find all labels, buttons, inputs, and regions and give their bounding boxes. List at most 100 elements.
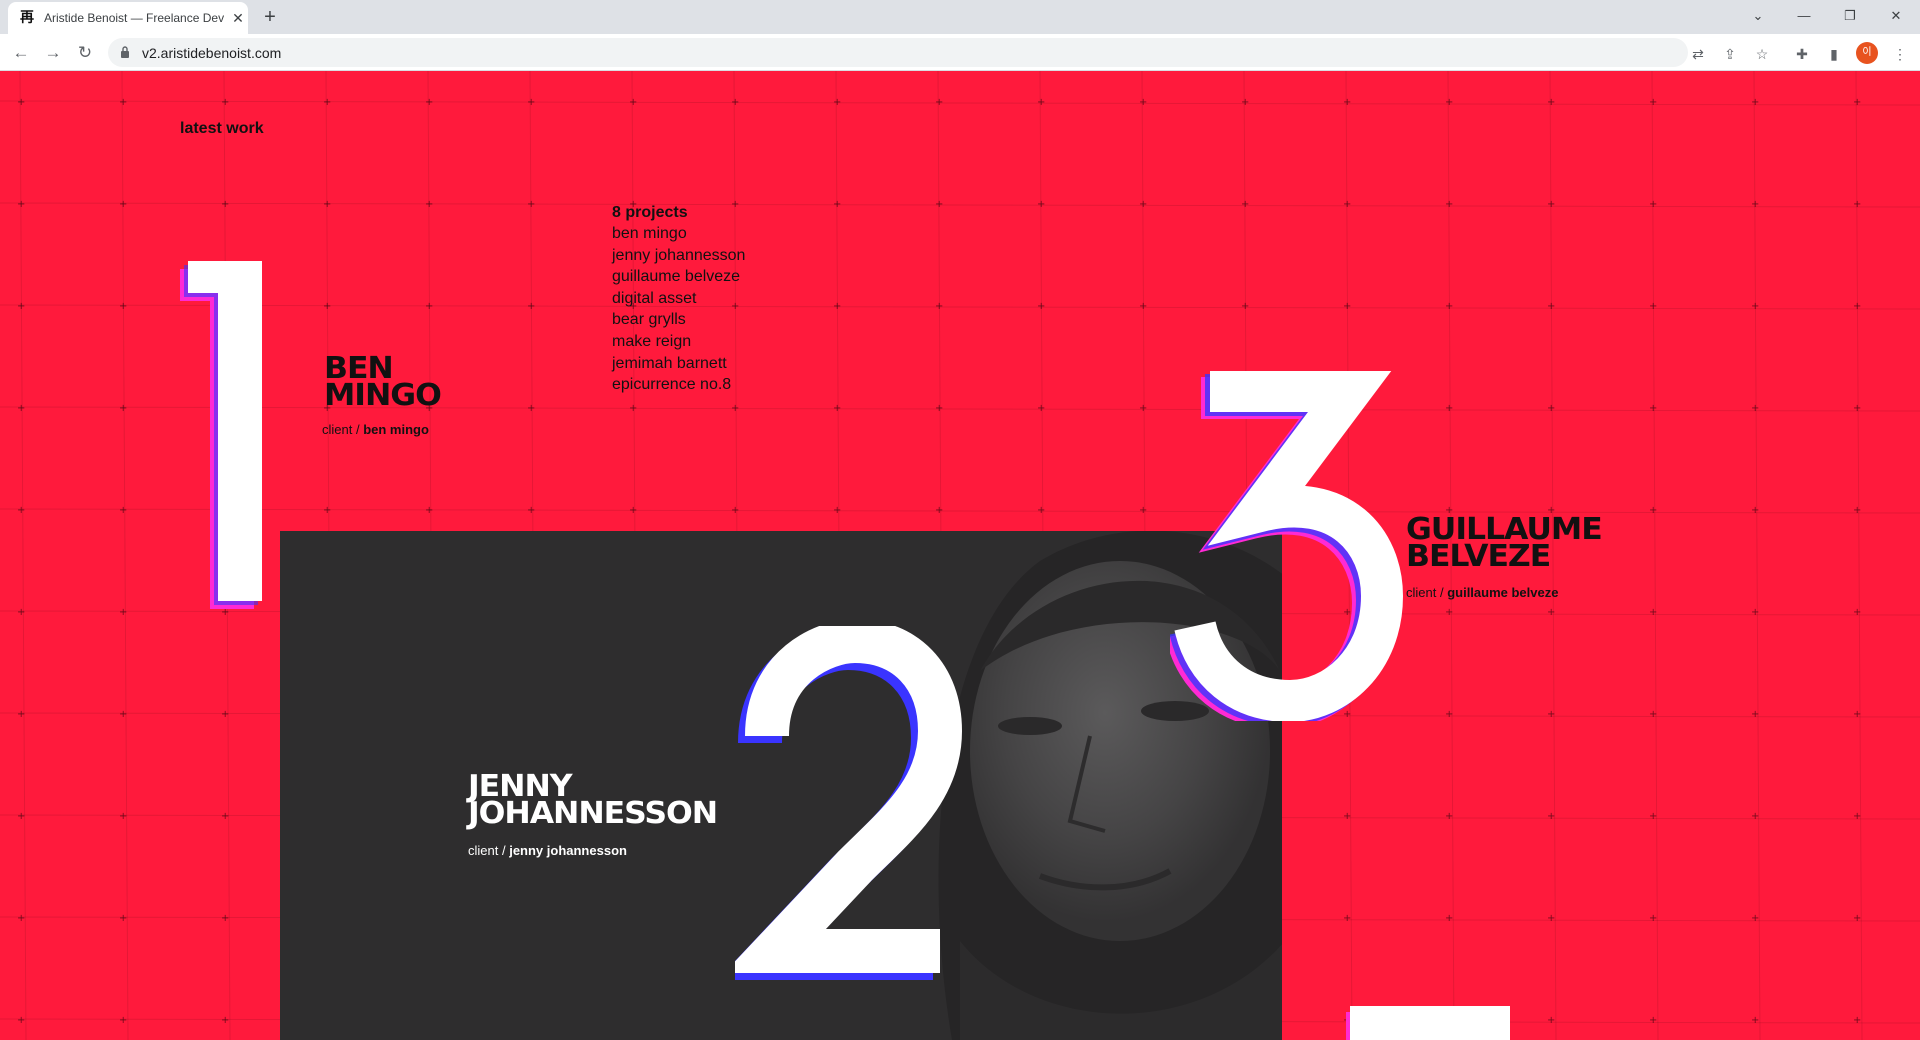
grid-cross-mark: + <box>17 913 25 924</box>
browser-toolbar: ← → ↻ v2.aristidebenoist.com <box>0 34 1920 71</box>
project-list: ben mingo jenny johannesson guillaume be… <box>612 223 745 396</box>
project-title-line: BELVEZE <box>1406 539 1551 574</box>
project-number-3[interactable]: 3 <box>1170 371 1410 721</box>
client-name: jenny johannesson <box>509 843 627 858</box>
browser-tabstrip: 再 Aristide Benoist — Freelance Developer… <box>0 0 1920 34</box>
project-link[interactable]: make reign <box>612 331 745 353</box>
reload-button[interactable]: ↻ <box>72 40 98 66</box>
grid-cross-mark: + <box>1241 97 1249 108</box>
grid-line <box>1855 71 1863 1040</box>
project-link[interactable]: jenny johannesson <box>612 245 745 267</box>
grid-cross-mark: + <box>833 97 841 108</box>
tab-title: Aristide Benoist — Freelance Developer <box>44 11 224 25</box>
side-panel-icon[interactable]: ▮ <box>1824 44 1844 64</box>
grid-cross-mark: + <box>1853 97 1861 108</box>
grid-cross-mark: + <box>1037 301 1045 312</box>
grid-cross-mark: + <box>1139 403 1147 414</box>
grid-cross-mark: + <box>1343 97 1351 108</box>
grid-cross-mark: + <box>17 97 25 108</box>
grid-cross-mark: + <box>425 301 433 312</box>
grid-cross-mark: + <box>1649 301 1657 312</box>
project-link[interactable]: jemimah barnett <box>612 353 745 375</box>
close-window-button[interactable]: ✕ <box>1884 4 1908 28</box>
grid-cross-mark: + <box>1547 199 1555 210</box>
project-title-1[interactable]: BEN MINGO <box>324 354 442 411</box>
grid-cross-mark: + <box>323 301 331 312</box>
grid-cross-mark: + <box>1751 1015 1759 1026</box>
grid-cross-mark: + <box>1139 505 1147 516</box>
translate-icon[interactable]: ⇄ <box>1688 44 1708 64</box>
grid-cross-mark: + <box>629 97 637 108</box>
tab-search-icon[interactable]: ⌄ <box>1746 4 1770 28</box>
grid-line <box>19 71 27 1040</box>
grid-cross-mark: + <box>1751 811 1759 822</box>
grid-cross-mark: + <box>1139 199 1147 210</box>
project-link[interactable]: epicurrence no.8 <box>612 374 745 396</box>
grid-cross-mark: + <box>425 199 433 210</box>
grid-cross-mark: + <box>1649 505 1657 516</box>
restore-button[interactable]: ❐ <box>1838 4 1862 28</box>
new-tab-button[interactable]: + <box>258 5 282 29</box>
project-title-3[interactable]: GUILLAUME BELVEZE <box>1406 515 1603 574</box>
grid-cross-mark: + <box>1853 913 1861 924</box>
project-number-2[interactable]: 2 <box>735 626 965 986</box>
browser-menu-icon[interactable]: ⋮ <box>1890 44 1910 64</box>
grid-cross-mark: + <box>935 403 943 414</box>
number-label: 3 <box>1270 550 1271 552</box>
grid-cross-mark: + <box>1547 97 1555 108</box>
url-text[interactable]: v2.aristidebenoist.com <box>142 45 281 61</box>
grid-cross-mark: + <box>1547 913 1555 924</box>
project-link[interactable]: guillaume belveze <box>612 266 745 288</box>
grid-cross-mark: + <box>1649 1015 1657 1026</box>
grid-cross-mark: + <box>1649 97 1657 108</box>
grid-line <box>0 202 1920 208</box>
project-link[interactable]: digital asset <box>612 288 745 310</box>
grid-cross-mark: + <box>1649 811 1657 822</box>
project-link[interactable]: ben mingo <box>612 223 745 245</box>
grid-cross-mark: + <box>119 607 127 618</box>
grid-cross-mark: + <box>731 403 739 414</box>
project-title-2[interactable]: JENNY JOHANNESSON <box>468 772 718 829</box>
grid-cross-mark: + <box>1649 607 1657 618</box>
back-button[interactable]: ← <box>8 40 34 66</box>
grid-cross-mark: + <box>17 607 25 618</box>
project-link[interactable]: bear grylls <box>612 309 745 331</box>
grid-cross-mark: + <box>221 913 229 924</box>
address-bar[interactable]: v2.aristidebenoist.com <box>108 38 1688 67</box>
grid-cross-mark: + <box>1853 811 1861 822</box>
profile-avatar[interactable]: 이 <box>1856 42 1878 64</box>
share-icon[interactable]: ⇪ <box>1720 44 1740 64</box>
grid-cross-mark: + <box>527 199 535 210</box>
projects-count: 8 projects <box>612 204 688 221</box>
grid-cross-mark: + <box>1751 505 1759 516</box>
close-tab-icon[interactable]: ✕ <box>230 10 246 26</box>
grid-cross-mark: + <box>833 301 841 312</box>
grid-cross-mark: + <box>17 505 25 516</box>
grid-cross-mark: + <box>1547 1015 1555 1026</box>
grid-cross-mark: + <box>1037 505 1045 516</box>
minimize-button[interactable]: — <box>1792 4 1816 28</box>
grid-cross-mark: + <box>119 403 127 414</box>
grid-cross-mark: + <box>119 811 127 822</box>
browser-tab-active[interactable]: 再 Aristide Benoist — Freelance Developer… <box>8 2 248 34</box>
grid-cross-mark: + <box>17 811 25 822</box>
grid-cross-mark: + <box>221 709 229 720</box>
grid-cross-mark: + <box>935 97 943 108</box>
client-prefix: client / <box>1406 585 1444 600</box>
project-client-3: client / guillaume belveze <box>1406 585 1558 600</box>
grid-cross-mark: + <box>1547 301 1555 312</box>
grid-cross-mark: + <box>1547 607 1555 618</box>
grid-cross-mark: + <box>119 1015 127 1026</box>
extensions-puzzle-icon[interactable]: ✚ <box>1792 44 1812 64</box>
project-number-1[interactable]: 1 <box>160 221 290 611</box>
forward-button[interactable]: → <box>40 40 66 66</box>
grid-cross-mark: + <box>1853 709 1861 720</box>
grid-cross-mark: + <box>119 913 127 924</box>
bookmark-star-icon[interactable]: ☆ <box>1752 44 1772 64</box>
grid-cross-mark: + <box>1037 403 1045 414</box>
grid-cross-mark: + <box>1445 607 1453 618</box>
section-label: latest work <box>180 120 264 137</box>
grid-cross-mark: + <box>1853 1015 1861 1026</box>
grid-cross-mark: + <box>1751 97 1759 108</box>
project-number-4-partial[interactable] <box>1340 1006 1510 1040</box>
